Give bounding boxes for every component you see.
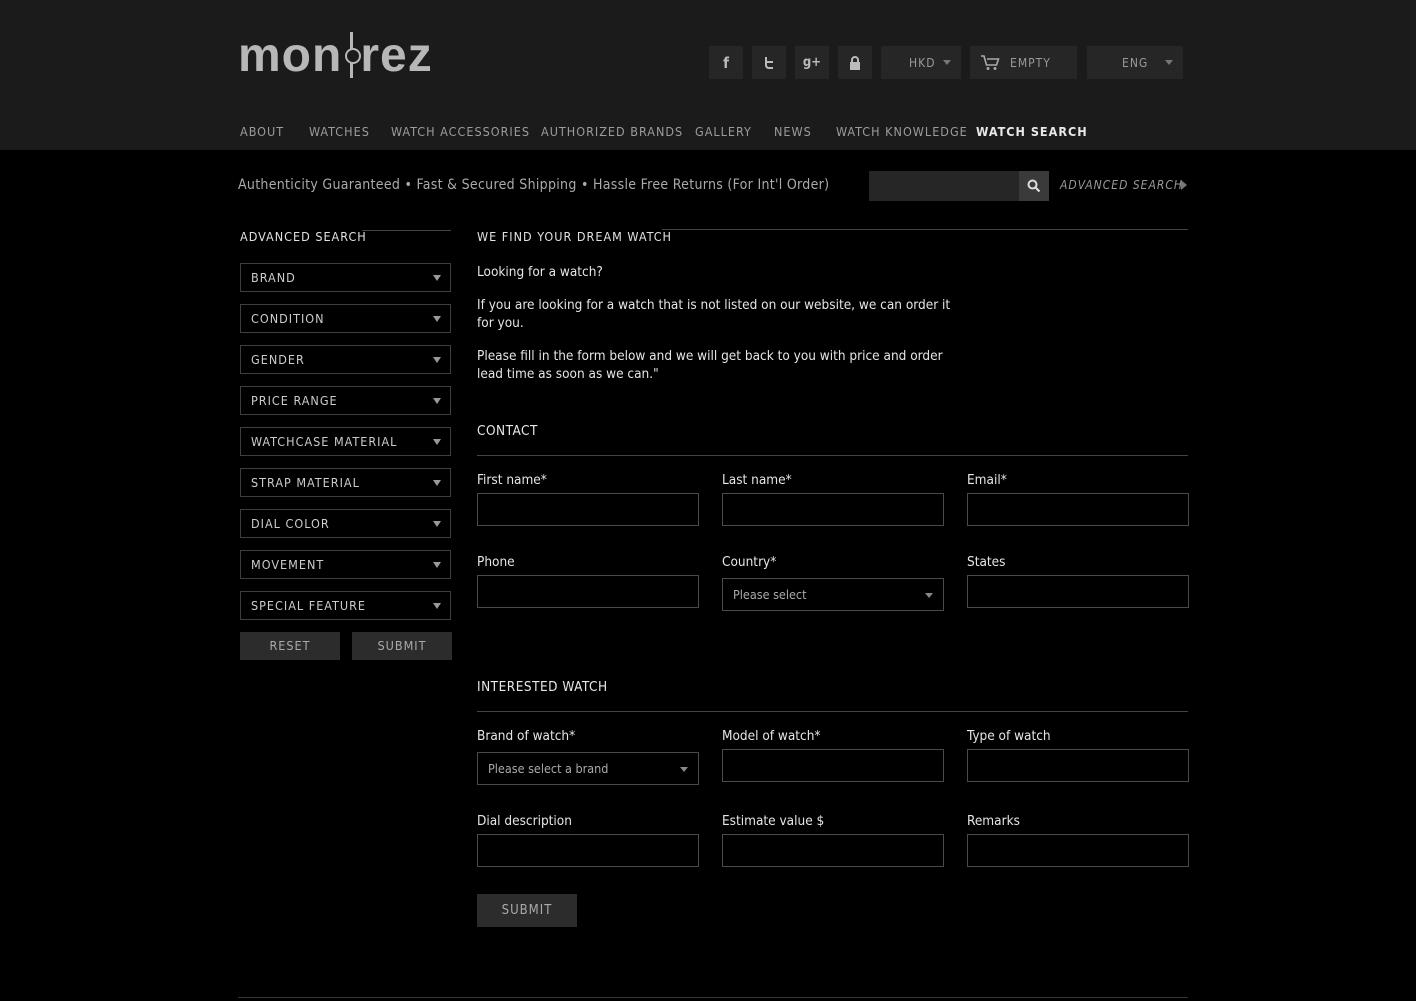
email-label: Email* (967, 472, 1007, 488)
lock-icon[interactable] (838, 46, 872, 79)
advanced-search-link[interactable]: ADVANCED SEARCH (1060, 178, 1183, 192)
nav-watch-accessories[interactable]: WATCH ACCESSORIES (391, 124, 530, 139)
interested-watch-section-title: INTERESTED WATCH (477, 679, 608, 695)
sidebar-submit-button[interactable]: SUBMIT (352, 632, 452, 660)
states-field[interactable] (967, 575, 1189, 608)
submit-button[interactable]: SUBMIT (477, 894, 577, 927)
cart-icon (981, 54, 1000, 70)
montrez-logo[interactable]: mon rez (238, 29, 433, 82)
first-name-label: First name* (477, 472, 547, 488)
nav-watches[interactable]: WATCHES (309, 124, 370, 139)
chevron-down-icon (925, 593, 933, 598)
contact-section-title: CONTACT (477, 423, 538, 439)
chevron-down-icon (433, 439, 441, 445)
nav-authorized-brands[interactable]: AUTHORIZED BRANDS (541, 124, 683, 139)
intro-instructions: Please fill in the form below and we wil… (477, 348, 943, 382)
chevron-down-icon (1165, 60, 1173, 65)
email-field[interactable] (967, 493, 1189, 526)
chevron-down-icon (433, 562, 441, 568)
reset-button[interactable]: RESET (240, 632, 340, 660)
type-field[interactable] (967, 749, 1189, 782)
googleplus-icon[interactable]: g+ (795, 46, 829, 79)
filter-brand[interactable]: BRAND (240, 263, 451, 292)
filter-price-range[interactable]: PRICE RANGE (240, 386, 451, 415)
page-title: WE FIND YOUR DREAM WATCH (477, 229, 673, 244)
country-label: Country* (722, 554, 777, 570)
nav-about[interactable]: ABOUT (240, 124, 284, 139)
promo-text: Authenticity Guaranteed • Fast & Secured… (238, 177, 830, 193)
chevron-down-icon (433, 603, 441, 609)
filter-condition[interactable]: CONDITION (240, 304, 451, 333)
nav-watch-search[interactable]: WATCH SEARCH (976, 124, 1088, 139)
language-dropdown[interactable]: ENG (1087, 46, 1183, 79)
site-header: mon rez f g+ HKD EMPTY ENG ABOUT WATCHES … (0, 0, 1416, 150)
chevron-down-icon (680, 767, 688, 772)
chevron-down-icon (433, 521, 441, 527)
last-name-field[interactable] (722, 493, 944, 526)
search-button[interactable] (1019, 171, 1049, 201)
filter-strap-material[interactable]: STRAP MATERIAL (240, 468, 451, 497)
twitter-icon[interactable] (752, 46, 786, 79)
cart-button[interactable]: EMPTY (970, 46, 1077, 79)
chevron-down-icon (433, 316, 441, 322)
divider (362, 230, 451, 231)
search-icon (1027, 179, 1041, 193)
country-select[interactable]: Please select (722, 578, 944, 611)
last-name-label: Last name* (722, 472, 792, 488)
search-input[interactable] (869, 171, 1019, 201)
filter-dial-color[interactable]: DIAL COLOR (240, 509, 451, 538)
filter-movement[interactable]: MOVEMENT (240, 550, 451, 579)
brand-of-watch-label: Brand of watch* (477, 728, 576, 744)
phone-label: Phone (477, 554, 515, 570)
chevron-down-icon (433, 357, 441, 363)
remarks-field[interactable] (967, 834, 1189, 867)
states-label: States (967, 554, 1006, 570)
chevron-down-icon (433, 275, 441, 281)
type-of-watch-label: Type of watch (967, 728, 1051, 744)
filter-special-feature[interactable]: SPECIAL FEATURE (240, 591, 451, 620)
brand-select[interactable]: Please select a brand (477, 752, 699, 785)
filter-gender[interactable]: GENDER (240, 345, 451, 374)
nav-watch-knowledge[interactable]: WATCH KNOWLEDGE (836, 124, 968, 139)
estimate-value-label: Estimate value $ (722, 813, 825, 829)
first-name-field[interactable] (477, 493, 699, 526)
intro-text: If you are looking for a watch that is n… (477, 297, 951, 331)
filter-watchcase-material[interactable]: WATCHCASE MATERIAL (240, 427, 451, 456)
chevron-down-icon (943, 60, 951, 65)
model-of-watch-label: Model of watch* (722, 728, 821, 744)
remarks-label: Remarks (967, 813, 1020, 829)
divider (238, 997, 1188, 998)
chevron-down-icon (433, 398, 441, 404)
model-field[interactable] (722, 749, 944, 782)
intro-question: Looking for a watch? (477, 264, 603, 280)
nav-news[interactable]: NEWS (774, 124, 812, 139)
sidebar-title: ADVANCED SEARCH (240, 229, 367, 244)
dial-description-field[interactable] (477, 834, 699, 867)
currency-dropdown[interactable]: HKD (881, 46, 961, 79)
chevron-down-icon (433, 480, 441, 486)
dial-description-label: Dial description (477, 813, 572, 829)
chevron-right-icon (1181, 180, 1187, 190)
divider (662, 229, 1188, 230)
watch-hand-icon (343, 32, 362, 78)
phone-field[interactable] (477, 575, 699, 608)
divider (477, 711, 1188, 712)
divider (477, 455, 1188, 456)
facebook-icon[interactable]: f (709, 46, 743, 79)
estimate-value-field[interactable] (722, 834, 944, 867)
nav-gallery[interactable]: GALLERY (695, 124, 752, 139)
